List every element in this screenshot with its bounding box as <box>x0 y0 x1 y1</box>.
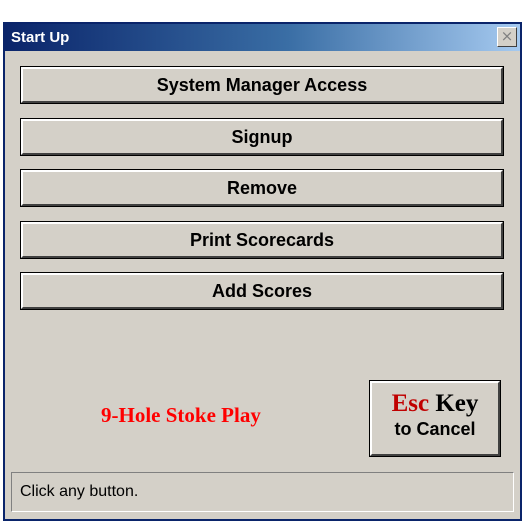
key-label: Key <box>435 390 479 417</box>
add-scores-button[interactable]: Add Scores <box>20 272 504 310</box>
esc-label: Esc <box>391 390 430 417</box>
title-bar[interactable]: Start Up × <box>5 24 520 51</box>
status-text: Click any button. <box>20 483 139 500</box>
remove-button[interactable]: Remove <box>20 169 504 207</box>
esc-key-caption: Esc Key <box>372 391 498 417</box>
cancel-label: to Cancel <box>394 419 476 439</box>
status-bar: Click any button. <box>11 472 514 512</box>
print-scorecards-button[interactable]: Print Scorecards <box>20 221 504 259</box>
signup-button[interactable]: Signup <box>20 118 504 156</box>
system-manager-access-button[interactable]: System Manager Access <box>20 66 504 104</box>
start-up-window: Start Up × System Manager Access Signup … <box>3 22 522 521</box>
close-icon[interactable]: × <box>497 27 517 47</box>
game-mode-label: 9-Hole Stoke Play <box>101 403 261 427</box>
window-title: Start Up <box>11 29 70 46</box>
esc-cancel-button[interactable]: Esc Key to Cancel <box>369 380 501 457</box>
